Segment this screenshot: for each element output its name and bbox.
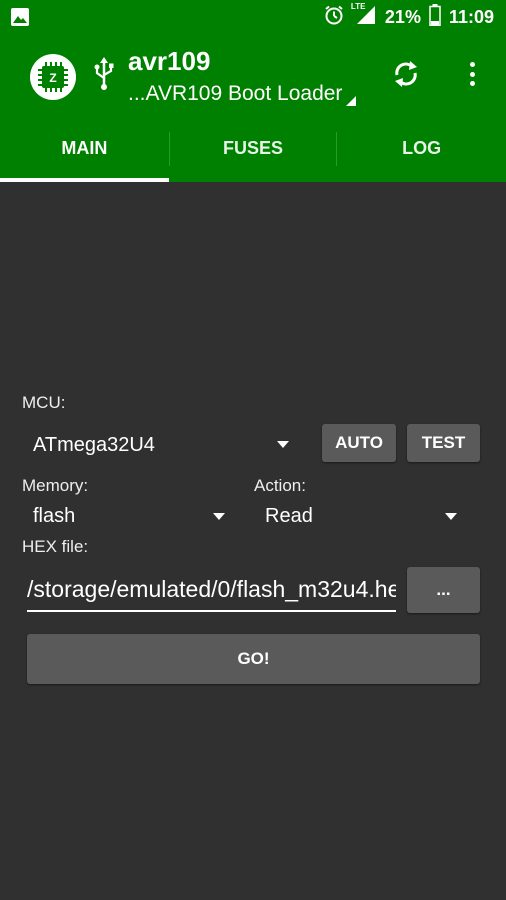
tab-log[interactable]: LOG (337, 114, 506, 182)
mcu-spinner[interactable]: ATmega32U4 (33, 428, 295, 462)
overflow-menu-button[interactable] (462, 58, 482, 90)
programmer-selector[interactable]: ...AVR109 Boot Loader (128, 80, 357, 108)
refresh-button[interactable] (392, 58, 420, 90)
tab-log-label: LOG (402, 137, 442, 158)
battery-percent: 21% (384, 6, 421, 27)
browse-button[interactable]: ... (407, 567, 480, 613)
tab-main[interactable]: MAIN (0, 114, 169, 182)
toolbar-subtitle: ...AVR109 Boot Loader (128, 82, 343, 105)
memory-value: flash (33, 504, 76, 527)
action-spinner[interactable]: Read (265, 500, 461, 532)
mcu-value: ATmega32U4 (33, 433, 155, 456)
memory-label: Memory: (22, 476, 89, 495)
signal-icon: LTE (350, 1, 377, 31)
battery-icon (429, 3, 441, 31)
svg-text:Z: Z (49, 71, 56, 85)
go-button[interactable]: GO! (27, 634, 480, 684)
clock: 11:09 (448, 6, 494, 27)
tab-separator (168, 132, 170, 166)
alarm-icon (323, 4, 345, 31)
tab-indicator (0, 178, 169, 182)
test-button[interactable]: TEST (407, 424, 480, 462)
hex-file-input[interactable]: /storage/emulated/0/flash_m32u4.hex (27, 568, 396, 612)
action-value: Read (265, 504, 313, 527)
chevron-down-icon (277, 441, 289, 448)
hex-file-label: HEX file: (22, 537, 89, 556)
tab-main-label: MAIN (61, 137, 108, 158)
status-bar: LTE 21% 11:09 (0, 0, 506, 34)
dropdown-triangle-icon (346, 96, 357, 106)
gallery-notification-icon (10, 7, 30, 32)
tab-fuses-label: FUSES (223, 137, 284, 158)
mcu-label: MCU: (22, 393, 66, 412)
chevron-down-icon (445, 513, 457, 520)
refresh-icon (395, 61, 417, 87)
network-type: LTE (350, 1, 366, 11)
toolbar-title: avr109 (128, 46, 211, 76)
tab-fuses[interactable]: FUSES (168, 114, 338, 182)
memory-spinner[interactable]: flash (33, 500, 229, 532)
action-label: Action: (254, 476, 306, 495)
app-toolbar: Z avr109 ...AVR109 Boot Loader (0, 34, 506, 114)
auto-button[interactable]: AUTO (322, 424, 396, 462)
tab-bar: MAIN FUSES LOG (0, 114, 506, 182)
app-logo-icon: Z (30, 54, 76, 100)
usb-icon (92, 56, 116, 97)
chevron-down-icon (213, 513, 225, 520)
